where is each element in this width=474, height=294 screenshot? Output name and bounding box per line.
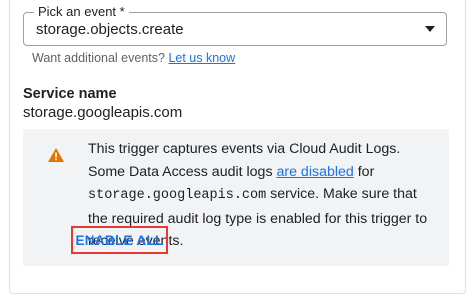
service-name-value: storage.googleapis.com xyxy=(23,104,183,121)
event-select-label: Pick an event * xyxy=(34,4,129,20)
warning-text-part-2: for xyxy=(353,163,375,180)
audit-log-warning: This trigger captures events via Cloud A… xyxy=(23,129,449,266)
let-us-know-link[interactable]: Let us know xyxy=(168,51,235,65)
warning-icon xyxy=(48,148,64,162)
are-disabled-link[interactable]: are disabled xyxy=(276,164,353,180)
helper-text: Want additional events? xyxy=(32,51,165,65)
event-select[interactable]: Pick an event * storage.objects.create xyxy=(23,4,447,46)
event-helper-text: Want additional events? Let us know xyxy=(32,51,235,65)
event-select-value: storage.objects.create xyxy=(36,21,184,38)
enable-all-button[interactable]: ENABLE ALL xyxy=(71,226,168,254)
service-name-heading: Service name xyxy=(23,86,117,102)
service-code: storage.googleapis.com xyxy=(88,188,267,203)
dropdown-caret-icon[interactable] xyxy=(425,26,435,32)
